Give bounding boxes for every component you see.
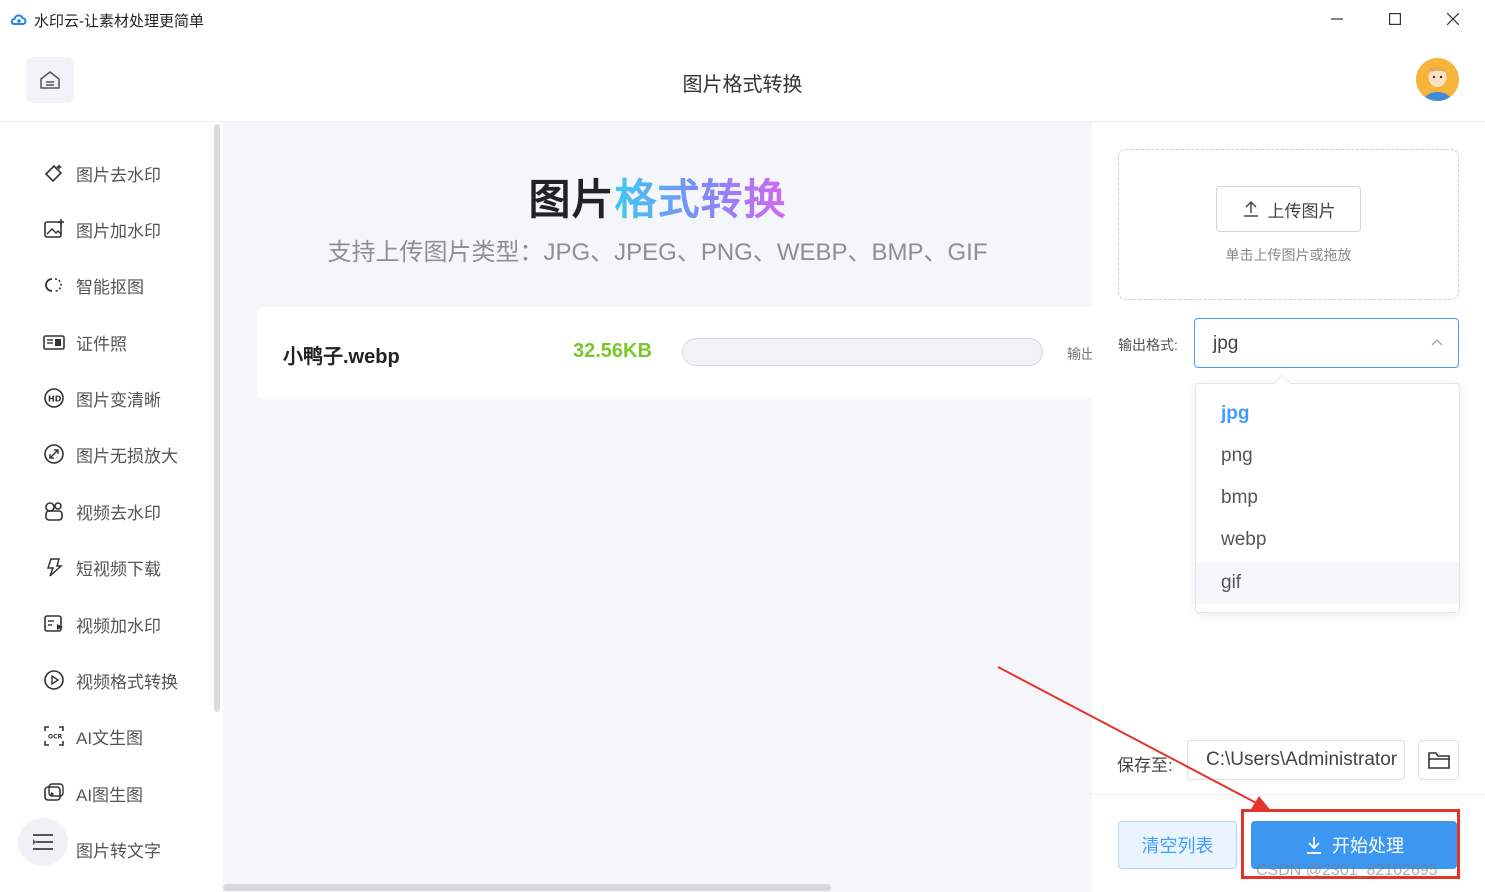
image-add-icon (42, 217, 66, 241)
short-video-icon (42, 555, 66, 579)
avatar-icon (1416, 58, 1459, 101)
minimize-icon (1331, 18, 1343, 20)
sidebar-item-ai-image-to-image[interactable]: AI图生图 (42, 778, 143, 808)
sidebar-item-video-format-convert[interactable]: 视频格式转换 (42, 665, 178, 695)
user-avatar[interactable] (1416, 58, 1459, 101)
supported-types-text: 支持上传图片类型：JPG、JPEG、PNG、WEBP、BMP、GIF (327, 239, 988, 266)
save-path-input[interactable] (1188, 741, 1404, 779)
sidebar-item-label: 视频格式转换 (76, 672, 178, 692)
format-dropdown: jpg png bmp webp gif (1195, 374, 1460, 613)
upload-image-button[interactable]: 上传图片 (1216, 186, 1361, 232)
output-format-value: jpg (1213, 333, 1239, 354)
window-titlebar: 水印云-让素材处理更简单 (0, 0, 1485, 38)
menu-icon (33, 834, 53, 850)
ai-image-icon (42, 781, 66, 805)
file-name: 小鸭子.webp (283, 346, 400, 368)
csdn-watermark: CSDN @2301_82102695 (1256, 862, 1438, 879)
progress-bar (682, 338, 1043, 366)
sidebar-item-label: AI文生图 (76, 728, 144, 748)
clear-list-button[interactable]: 清空列表 (1118, 821, 1237, 869)
upload-icon (1243, 200, 1258, 217)
play-circle-icon (42, 668, 66, 692)
window-title: 水印云-让素材处理更简单 (34, 13, 204, 30)
format-option-gif[interactable]: gif (1196, 562, 1459, 604)
folder-icon (1427, 752, 1450, 769)
sidebar-item-add-watermark[interactable]: 图片加水印 (42, 214, 161, 244)
format-option-png[interactable]: png (1196, 435, 1459, 477)
format-option-jpg[interactable]: jpg (1196, 393, 1459, 435)
svg-text:OCR: OCR (48, 734, 63, 741)
hd-icon: HD (42, 386, 66, 410)
output-label: 输出 (1067, 346, 1092, 362)
upload-button-label: 上传图片 (1267, 201, 1336, 221)
settings-panel: 上传图片 单击上传图片或拖放 输出格式: jpg jpg png bmp web… (1092, 122, 1485, 892)
sidebar-item-enhance[interactable]: HD 图片变清晰 (42, 383, 161, 413)
hero-title-part-a: 图片 (528, 176, 615, 223)
eraser-icon (42, 161, 66, 185)
app-header: 图片格式转换 (0, 38, 1485, 122)
svg-text:HD: HD (48, 395, 62, 404)
output-format-label: 输出格式: (1118, 337, 1178, 353)
video-add-icon (42, 612, 66, 636)
sidebar-item-label: 图片去水印 (76, 165, 161, 185)
sidebar-item-label: 智能抠图 (76, 277, 144, 297)
cloud-logo-icon (10, 14, 27, 25)
cutout-icon (42, 273, 66, 297)
sidebar: 图片去水印 图片加水印 智能抠图 证件照 HD 图片变清晰 图片无损放大 视频去… (0, 122, 223, 892)
browse-folder-button[interactable] (1418, 740, 1459, 780)
enlarge-icon (42, 442, 66, 466)
close-icon (1447, 13, 1459, 25)
save-path-field[interactable] (1187, 740, 1405, 780)
sidebar-item-label: 视频加水印 (76, 616, 161, 636)
horizontal-scrollbar[interactable] (223, 884, 831, 891)
id-card-icon (42, 330, 66, 354)
sidebar-item-smart-cutout[interactable]: 智能抠图 (42, 270, 144, 300)
page-title: 图片格式转换 (682, 74, 803, 96)
sidebar-item-label: 视频去水印 (76, 503, 161, 523)
hero-title-part-b: 格式转换 (614, 176, 787, 223)
sidebar-scrollbar[interactable] (214, 124, 220, 712)
sidebar-item-label: AI图生图 (76, 785, 144, 805)
output-format-select[interactable]: jpg (1194, 318, 1459, 368)
video-eraser-icon (42, 499, 66, 523)
upload-dropzone[interactable]: 上传图片 单击上传图片或拖放 (1118, 149, 1459, 300)
sidebar-item-id-photo[interactable]: 证件照 (42, 327, 127, 357)
main-content: 图片格式转换 支持上传图片类型：JPG、JPEG、PNG、WEBP、BMP、GI… (223, 122, 1092, 892)
sidebar-item-label: 图片变清晰 (76, 390, 161, 410)
ocr-icon: OCR (42, 724, 66, 748)
chevron-up-icon (1431, 339, 1443, 346)
sidebar-item-label: 图片转文字 (76, 841, 161, 861)
sidebar-item-remove-watermark[interactable]: 图片去水印 (42, 158, 161, 188)
close-button[interactable] (1424, 0, 1482, 38)
maximize-icon (1389, 13, 1401, 25)
file-row: 小鸭子.webp 32.56KB 输出 (257, 307, 1092, 399)
sidebar-item-video-remove-watermark[interactable]: 视频去水印 (42, 496, 161, 526)
sidebar-item-label: 图片无损放大 (76, 446, 178, 466)
file-size: 32.56KB (573, 340, 652, 362)
maximize-button[interactable] (1366, 0, 1424, 38)
sidebar-item-label: 短视频下载 (76, 559, 161, 579)
sidebar-item-ai-text-to-image[interactable]: OCR AI文生图 (42, 721, 143, 751)
format-option-bmp[interactable]: bmp (1196, 477, 1459, 519)
format-option-webp[interactable]: webp (1196, 519, 1459, 561)
save-to-label: 保存至: (1117, 756, 1173, 775)
sidebar-item-label: 证件照 (76, 334, 127, 354)
sidebar-item-label: 图片加水印 (76, 221, 161, 241)
menu-toggle-button[interactable] (18, 818, 68, 866)
sidebar-item-video-add-watermark[interactable]: 视频加水印 (42, 609, 161, 639)
minimize-button[interactable] (1308, 0, 1366, 38)
sidebar-item-upscale[interactable]: 图片无损放大 (42, 439, 178, 469)
sidebar-item-short-video-download[interactable]: 短视频下载 (42, 552, 161, 582)
hero-title: 图片格式转换 (223, 166, 1092, 227)
dropdown-caret (1273, 374, 1291, 392)
upload-hint: 单击上传图片或拖放 (1225, 247, 1352, 263)
